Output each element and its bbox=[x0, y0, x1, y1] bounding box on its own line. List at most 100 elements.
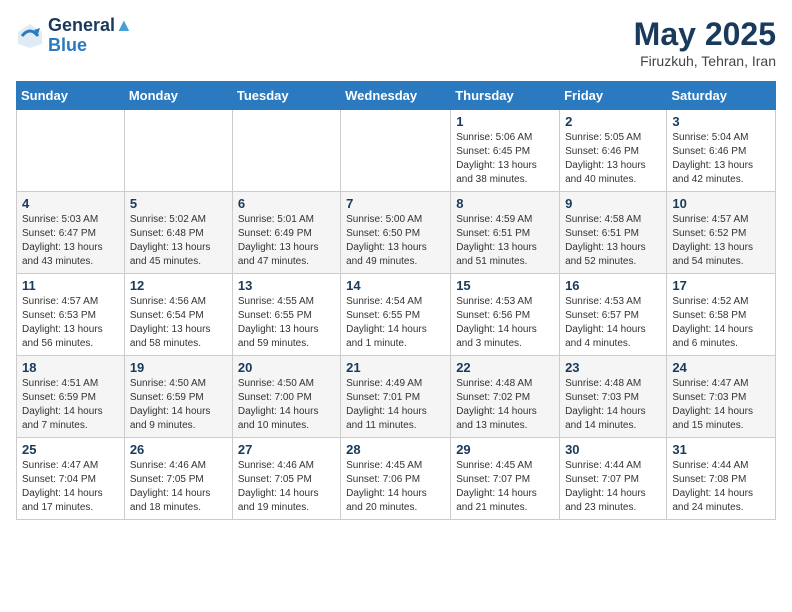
day-number: 6 bbox=[238, 196, 335, 211]
calendar-header-row: SundayMondayTuesdayWednesdayThursdayFrid… bbox=[17, 82, 776, 110]
day-number: 25 bbox=[22, 442, 119, 457]
day-detail: Sunrise: 4:46 AMSunset: 7:05 PMDaylight:… bbox=[238, 459, 335, 515]
calendar-cell bbox=[341, 110, 451, 192]
day-number: 11 bbox=[22, 278, 119, 293]
day-number: 20 bbox=[238, 360, 335, 375]
logo-icon bbox=[16, 22, 44, 50]
day-detail: Sunrise: 5:05 AMSunset: 6:46 PMDaylight:… bbox=[565, 131, 661, 187]
calendar-cell: 18Sunrise: 4:51 AMSunset: 6:59 PMDayligh… bbox=[17, 356, 125, 438]
day-detail: Sunrise: 4:51 AMSunset: 6:59 PMDaylight:… bbox=[22, 377, 119, 433]
calendar-cell: 26Sunrise: 4:46 AMSunset: 7:05 PMDayligh… bbox=[124, 438, 232, 520]
calendar-cell: 17Sunrise: 4:52 AMSunset: 6:58 PMDayligh… bbox=[667, 274, 776, 356]
calendar-cell: 8Sunrise: 4:59 AMSunset: 6:51 PMDaylight… bbox=[451, 192, 560, 274]
calendar-cell: 22 Sunrise: 4:48 AMSunset: 7:02 PMDayligh… bbox=[451, 356, 560, 438]
day-detail: Sunrise: 4:45 AMSunset: 7:06 PMDaylight:… bbox=[346, 459, 445, 515]
day-detail: Sunrise: 5:04 AMSunset: 6:46 PMDaylight:… bbox=[672, 131, 770, 187]
day-number: 16 bbox=[565, 278, 661, 293]
day-number: 23 bbox=[565, 360, 661, 375]
calendar-cell: 7 Sunrise: 5:00 AMSunset: 6:50 PMDaylight… bbox=[341, 192, 451, 274]
day-detail: Sunrise: 4:47 AMSunset: 7:03 PMDaylight:… bbox=[672, 377, 770, 433]
day-number: 8 bbox=[456, 196, 554, 211]
calendar-cell: 5 Sunrise: 5:02 AMSunset: 6:48 PMDaylight… bbox=[124, 192, 232, 274]
logo: General▲ Blue bbox=[16, 16, 133, 56]
calendar-cell: 14 Sunrise: 4:54 AMSunset: 6:55 PMDayligh… bbox=[341, 274, 451, 356]
day-number: 19 bbox=[130, 360, 227, 375]
day-number: 13 bbox=[238, 278, 335, 293]
day-number: 15 bbox=[456, 278, 554, 293]
day-number: 9 bbox=[565, 196, 661, 211]
day-detail: Sunrise: 4:57 AMSunset: 6:53 PMDaylight:… bbox=[22, 295, 119, 351]
day-detail: Sunrise: 5:06 AMSunset: 6:45 PMDaylight:… bbox=[456, 131, 554, 187]
calendar-cell: 4 Sunrise: 5:03 AMSunset: 6:47 PMDaylight… bbox=[17, 192, 125, 274]
calendar-cell bbox=[17, 110, 125, 192]
day-detail: Sunrise: 4:50 AMSunset: 7:00 PMDaylight:… bbox=[238, 377, 335, 433]
day-number: 12 bbox=[130, 278, 227, 293]
day-number: 14 bbox=[346, 278, 445, 293]
calendar-cell: 11 Sunrise: 4:57 AMSunset: 6:53 PMDayligh… bbox=[17, 274, 125, 356]
day-detail: Sunrise: 4:48 AMSunset: 7:02 PMDaylight:… bbox=[456, 377, 554, 433]
day-number: 27 bbox=[238, 442, 335, 457]
day-number: 1 bbox=[456, 114, 554, 129]
calendar-cell: 9 Sunrise: 4:58 AMSunset: 6:51 PMDaylight… bbox=[560, 192, 667, 274]
day-detail: Sunrise: 5:02 AMSunset: 6:48 PMDaylight:… bbox=[130, 213, 227, 269]
calendar-cell: 28Sunrise: 4:45 AMSunset: 7:06 PMDayligh… bbox=[341, 438, 451, 520]
calendar-cell: 16 Sunrise: 4:53 AMSunset: 6:57 PMDayligh… bbox=[560, 274, 667, 356]
calendar-cell: 15 Sunrise: 4:53 AMSunset: 6:56 PMDayligh… bbox=[451, 274, 560, 356]
day-number: 5 bbox=[130, 196, 227, 211]
day-detail: Sunrise: 4:48 AMSunset: 7:03 PMDaylight:… bbox=[565, 377, 661, 433]
calendar-cell: 1 Sunrise: 5:06 AMSunset: 6:45 PMDaylight… bbox=[451, 110, 560, 192]
day-detail: Sunrise: 4:56 AMSunset: 6:54 PMDaylight:… bbox=[130, 295, 227, 351]
calendar-cell: 3 Sunrise: 5:04 AMSunset: 6:46 PMDaylight… bbox=[667, 110, 776, 192]
page-header: General▲ Blue May 2025 Firuzkuh, Tehran,… bbox=[16, 16, 776, 69]
day-detail: Sunrise: 4:44 AMSunset: 7:07 PMDaylight:… bbox=[565, 459, 661, 515]
calendar-cell: 31 Sunrise: 4:44 AMSunset: 7:08 PMDayligh… bbox=[667, 438, 776, 520]
day-number: 7 bbox=[346, 196, 445, 211]
week-row-2: 4 Sunrise: 5:03 AMSunset: 6:47 PMDaylight… bbox=[17, 192, 776, 274]
calendar-cell: 6 Sunrise: 5:01 AMSunset: 6:49 PMDaylight… bbox=[232, 192, 340, 274]
day-detail: Sunrise: 4:45 AMSunset: 7:07 PMDaylight:… bbox=[456, 459, 554, 515]
calendar-cell: 24 Sunrise: 4:47 AMSunset: 7:03 PMDayligh… bbox=[667, 356, 776, 438]
header-wednesday: Wednesday bbox=[341, 82, 451, 110]
day-number: 31 bbox=[672, 442, 770, 457]
logo-text: General▲ Blue bbox=[48, 16, 133, 56]
day-number: 21 bbox=[346, 360, 445, 375]
day-detail: Sunrise: 4:49 AMSunset: 7:01 PMDaylight:… bbox=[346, 377, 445, 433]
week-row-4: 18Sunrise: 4:51 AMSunset: 6:59 PMDayligh… bbox=[17, 356, 776, 438]
day-detail: Sunrise: 4:53 AMSunset: 6:56 PMDaylight:… bbox=[456, 295, 554, 351]
day-number: 10 bbox=[672, 196, 770, 211]
day-detail: Sunrise: 4:46 AMSunset: 7:05 PMDaylight:… bbox=[130, 459, 227, 515]
day-detail: Sunrise: 4:44 AMSunset: 7:08 PMDaylight:… bbox=[672, 459, 770, 515]
day-number: 24 bbox=[672, 360, 770, 375]
calendar-cell: 29Sunrise: 4:45 AMSunset: 7:07 PMDayligh… bbox=[451, 438, 560, 520]
day-detail: Sunrise: 4:47 AMSunset: 7:04 PMDaylight:… bbox=[22, 459, 119, 515]
header-sunday: Sunday bbox=[17, 82, 125, 110]
calendar-cell: 30 Sunrise: 4:44 AMSunset: 7:07 PMDayligh… bbox=[560, 438, 667, 520]
day-detail: Sunrise: 5:00 AMSunset: 6:50 PMDaylight:… bbox=[346, 213, 445, 269]
day-number: 17 bbox=[672, 278, 770, 293]
day-number: 4 bbox=[22, 196, 119, 211]
day-detail: Sunrise: 4:58 AMSunset: 6:51 PMDaylight:… bbox=[565, 213, 661, 269]
day-detail: Sunrise: 5:03 AMSunset: 6:47 PMDaylight:… bbox=[22, 213, 119, 269]
day-detail: Sunrise: 5:01 AMSunset: 6:49 PMDaylight:… bbox=[238, 213, 335, 269]
title-block: May 2025 Firuzkuh, Tehran, Iran bbox=[634, 16, 776, 69]
header-saturday: Saturday bbox=[667, 82, 776, 110]
calendar-cell: 25 Sunrise: 4:47 AMSunset: 7:04 PMDayligh… bbox=[17, 438, 125, 520]
calendar-table: SundayMondayTuesdayWednesdayThursdayFrid… bbox=[16, 81, 776, 520]
calendar-cell bbox=[124, 110, 232, 192]
calendar-cell: 23 Sunrise: 4:48 AMSunset: 7:03 PMDayligh… bbox=[560, 356, 667, 438]
calendar-cell: 19 Sunrise: 4:50 AMSunset: 6:59 PMDayligh… bbox=[124, 356, 232, 438]
day-number: 2 bbox=[565, 114, 661, 129]
header-friday: Friday bbox=[560, 82, 667, 110]
day-detail: Sunrise: 4:57 AMSunset: 6:52 PMDaylight:… bbox=[672, 213, 770, 269]
day-detail: Sunrise: 4:54 AMSunset: 6:55 PMDaylight:… bbox=[346, 295, 445, 351]
day-detail: Sunrise: 4:50 AMSunset: 6:59 PMDaylight:… bbox=[130, 377, 227, 433]
header-tuesday: Tuesday bbox=[232, 82, 340, 110]
calendar-cell bbox=[232, 110, 340, 192]
day-number: 30 bbox=[565, 442, 661, 457]
header-monday: Monday bbox=[124, 82, 232, 110]
day-number: 22 bbox=[456, 360, 554, 375]
day-detail: Sunrise: 4:53 AMSunset: 6:57 PMDaylight:… bbox=[565, 295, 661, 351]
calendar-cell: 10 Sunrise: 4:57 AMSunset: 6:52 PMDayligh… bbox=[667, 192, 776, 274]
calendar-cell: 2 Sunrise: 5:05 AMSunset: 6:46 PMDaylight… bbox=[560, 110, 667, 192]
day-number: 3 bbox=[672, 114, 770, 129]
